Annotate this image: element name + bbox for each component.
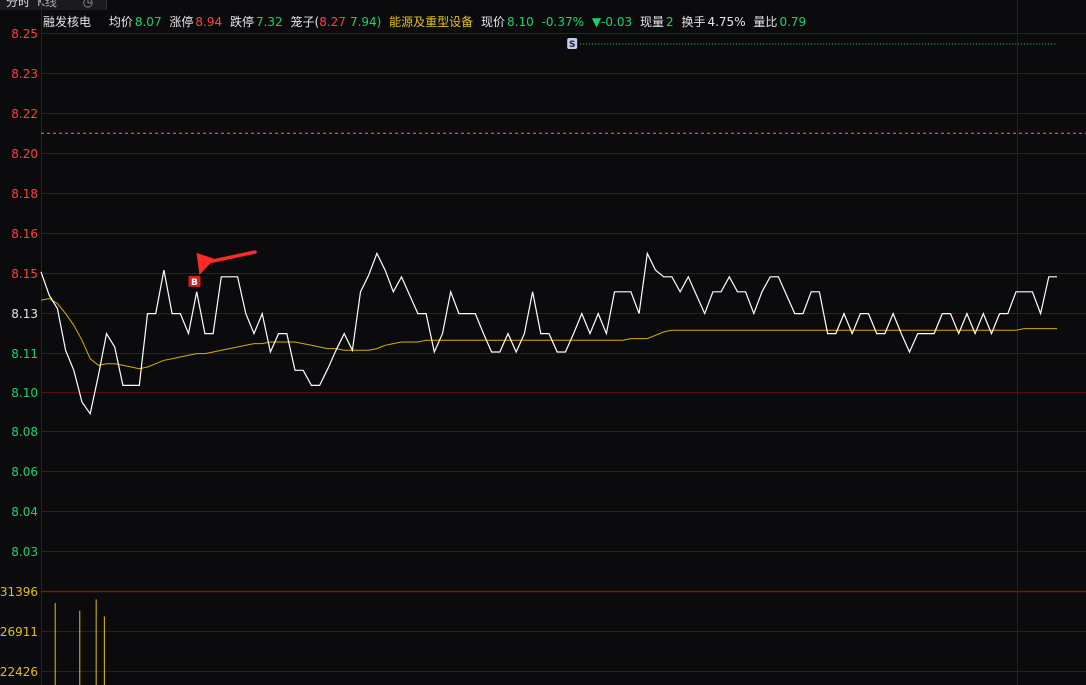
price-tick-label: 8.04 bbox=[11, 505, 38, 519]
price-tick-label: 8.10 bbox=[11, 386, 38, 400]
change-abs: ▼-0.03 bbox=[591, 15, 633, 29]
sell-marker-label: S bbox=[569, 40, 575, 50]
price-tick-label: 8.16 bbox=[11, 227, 38, 241]
turnover-label: 换手 bbox=[681, 15, 706, 29]
stock-name: 融发核电 bbox=[43, 15, 92, 29]
cage-low: 7.94) bbox=[349, 15, 382, 29]
ratio-value: 0.79 bbox=[779, 15, 807, 29]
ratio-label: 量比 bbox=[753, 15, 778, 29]
volume-tick-label: 26911 bbox=[0, 625, 38, 639]
volume-tick-label: 31396 bbox=[0, 585, 38, 599]
limit-down-value: 7.32 bbox=[255, 15, 283, 29]
price-tick-label: 8.15 bbox=[11, 267, 38, 281]
price-tick-label: 8.06 bbox=[11, 465, 38, 479]
sector-link[interactable]: 能源及重型设备 bbox=[389, 15, 473, 29]
avg-value: 8.07 bbox=[134, 15, 162, 29]
limit-up-value: 8.94 bbox=[195, 15, 223, 29]
price-tick-label: 8.25 bbox=[11, 27, 38, 41]
turnover-value: 4.75% bbox=[707, 15, 746, 29]
price-label: 现价 bbox=[481, 15, 506, 29]
limit-down-label: 跌停 bbox=[229, 15, 254, 29]
quote-info-bar: 融发核电 均价 8.07 涨停 8.94 跌停 7.32 笼子(8.27 7.94) 能… bbox=[43, 13, 810, 31]
limit-up-label: 涨停 bbox=[169, 15, 194, 29]
change-pct: -0.37% bbox=[541, 15, 585, 29]
volume-label: 现量 bbox=[639, 15, 664, 29]
timeshare-chart: 8.25 8.23 8.22 8.20 8.18 8.16 8.15 8.13 8.11 8.10… bbox=[0, 0, 1086, 685]
price-tick-label: 8.23 bbox=[11, 67, 38, 81]
annotation-arrow-head bbox=[196, 252, 215, 275]
price-tick-label: 8.18 bbox=[11, 187, 38, 201]
price-tick-label: 8.20 bbox=[11, 147, 38, 161]
price-tick-label: 8.03 bbox=[11, 545, 38, 559]
cage-label: 笼子( bbox=[290, 15, 320, 29]
price-tick-label: 8.13 bbox=[11, 307, 38, 321]
price-tick-label: 8.22 bbox=[11, 107, 38, 121]
avg-label: 均价 bbox=[108, 15, 133, 29]
volume-value: 2 bbox=[665, 15, 674, 29]
buy-marker-label: B bbox=[191, 278, 198, 288]
price-value: 8.10 bbox=[507, 15, 534, 29]
price-tick-label: 8.11 bbox=[11, 347, 38, 361]
cage-high: 8.27 bbox=[319, 15, 346, 29]
volume-tick-label: 22426 bbox=[0, 665, 38, 679]
price-tick-label: 8.08 bbox=[11, 425, 38, 439]
